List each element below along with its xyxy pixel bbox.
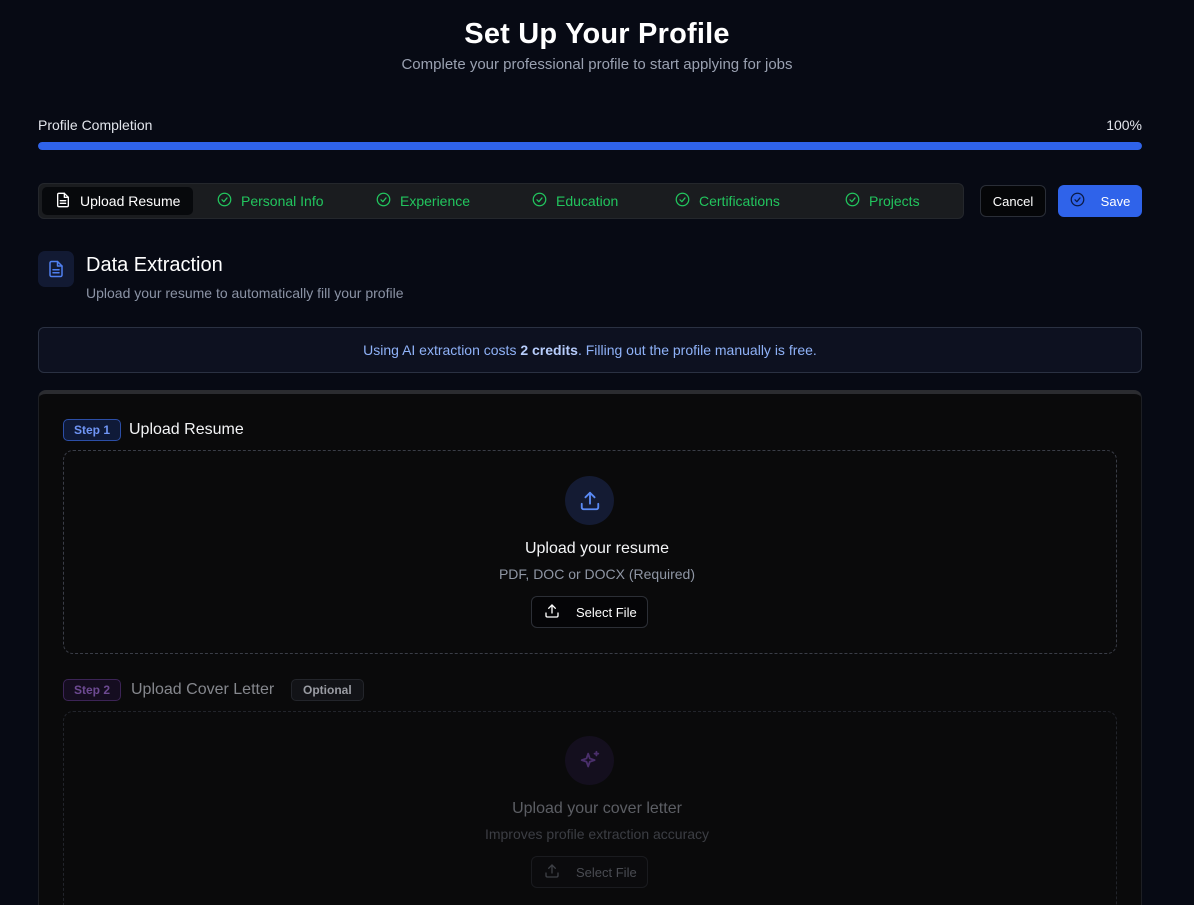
notice-credits: 2 credits	[520, 342, 578, 358]
document-icon	[55, 192, 71, 211]
progress-track	[38, 142, 1142, 150]
optional-badge: Optional	[291, 679, 364, 701]
tab-label: Personal Info	[241, 193, 324, 209]
tab-personal-info[interactable]: Personal Info	[217, 187, 324, 215]
upload-icon	[544, 863, 560, 882]
step2-badge: Step 2	[63, 679, 122, 701]
tab-upload-resume[interactable]: Upload Resume	[42, 187, 194, 215]
document-icon	[38, 251, 74, 287]
check-circle-icon	[376, 192, 391, 210]
cover-letter-dropzone-title: Upload your cover letter	[512, 800, 682, 817]
save-label: Save	[1100, 193, 1131, 209]
tab-label: Certifications	[699, 193, 780, 209]
section-subtitle: Upload your resume to automatically fill…	[86, 285, 404, 301]
profile-setup-page: Set Up Your Profile Complete your profes…	[0, 0, 1194, 905]
step1-badge: Step 1	[63, 419, 122, 441]
tab-label: Experience	[400, 193, 471, 209]
select-cover-letter-button[interactable]: Select File	[531, 856, 648, 888]
page-subtitle: Complete your professional profile to st…	[401, 56, 793, 73]
check-circle-icon	[532, 192, 547, 210]
step1-title: Upload Resume	[129, 421, 244, 438]
select-file-label: Select File	[576, 864, 637, 880]
resume-dropzone-subtitle: PDF, DOC or DOCX (Required)	[498, 566, 696, 582]
save-button[interactable]: Save	[1058, 185, 1142, 217]
page-header: Set Up Your Profile Complete your profes…	[0, 14, 1194, 75]
tab-certifications[interactable]: Certifications	[675, 187, 780, 215]
check-circle-icon	[1070, 192, 1085, 210]
upload-icon	[544, 603, 560, 622]
tab-label: Projects	[869, 193, 920, 209]
progress-label: Profile Completion	[38, 117, 153, 133]
tab-label: Upload Resume	[80, 193, 181, 209]
tab-label: Education	[556, 193, 619, 209]
section-title: Data Extraction	[86, 254, 223, 276]
progress-fill	[38, 142, 1142, 150]
notice-prefix: Using AI extraction costs	[363, 342, 521, 358]
ai-credits-notice: Using AI extraction costs 2 credits. Fil…	[38, 327, 1142, 373]
select-resume-button[interactable]: Select File	[531, 596, 648, 628]
profile-tabs: Upload Resume Personal Info Experience E…	[38, 183, 964, 219]
check-circle-icon	[845, 192, 860, 210]
cancel-button[interactable]: Cancel	[980, 185, 1046, 217]
profile-progress: Profile Completion 100%	[38, 116, 1142, 150]
step2-title: Upload Cover Letter	[131, 681, 275, 698]
tab-experience[interactable]: Experience	[376, 187, 470, 215]
tab-education[interactable]: Education	[532, 187, 618, 215]
check-circle-icon	[675, 192, 690, 210]
notice-suffix: . Filling out the profile manually is fr…	[577, 342, 817, 358]
upload-icon	[565, 476, 614, 525]
resume-dropzone-title: Upload your resume	[524, 540, 670, 557]
progress-value: 100%	[1106, 117, 1142, 133]
sparkle-icon	[565, 736, 614, 785]
select-file-label: Select File	[576, 604, 637, 620]
cover-letter-dropzone-subtitle: Improves profile extraction accuracy	[484, 826, 710, 842]
check-circle-icon	[217, 192, 232, 210]
page-title: Set Up Your Profile	[464, 18, 730, 50]
tab-projects[interactable]: Projects	[845, 187, 920, 215]
